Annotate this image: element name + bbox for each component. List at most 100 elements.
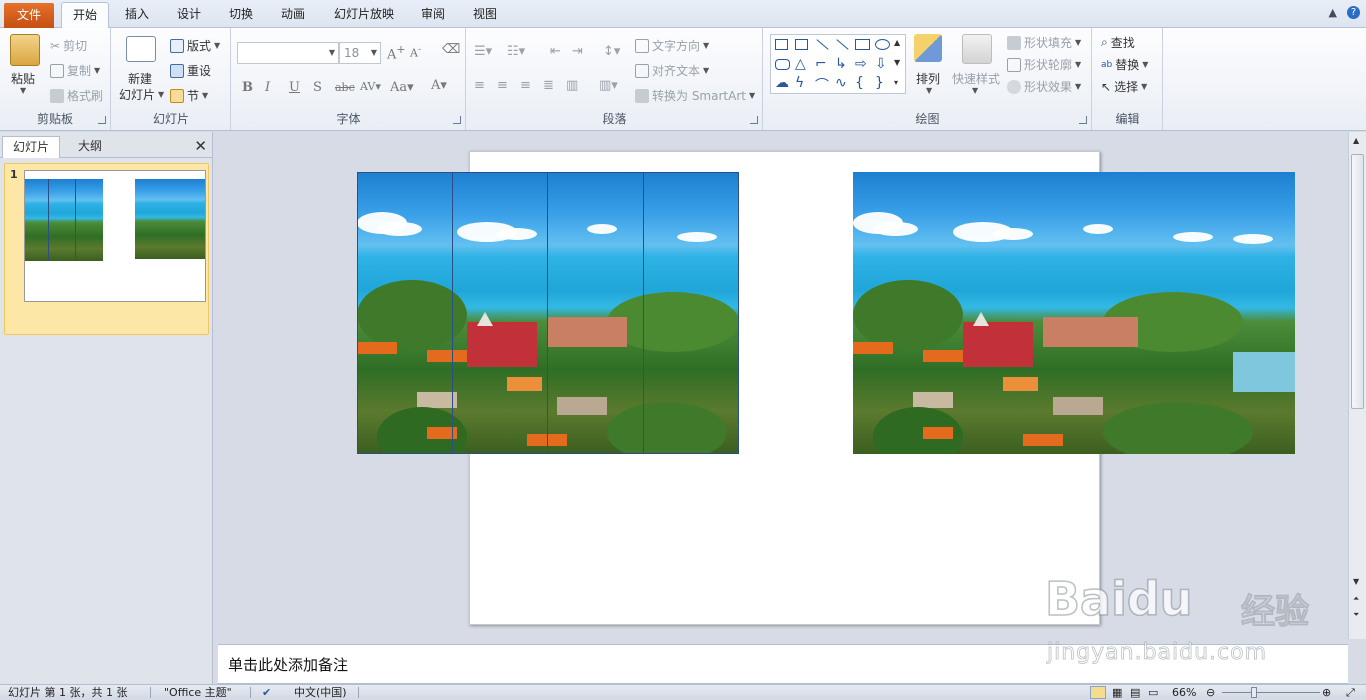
quick-styles-icon[interactable] bbox=[962, 34, 992, 64]
new-slide-dropdown[interactable]: 幻灯片 ▼ bbox=[119, 86, 164, 103]
shrink-font-icon[interactable]: A- bbox=[410, 44, 421, 60]
bold-icon[interactable]: B bbox=[242, 80, 253, 95]
curve-shape-icon[interactable]: ∿ bbox=[835, 75, 847, 91]
tab-home[interactable]: 开始 bbox=[61, 2, 109, 29]
split-photo[interactable] bbox=[357, 172, 739, 454]
zoom-level[interactable]: 66% bbox=[1172, 685, 1196, 700]
arrow-line-shape-icon[interactable] bbox=[836, 39, 849, 50]
right-arrow-shape-icon[interactable]: ⇨ bbox=[855, 56, 867, 72]
down-arrow-shape-icon[interactable]: ⇩ bbox=[875, 56, 887, 72]
elbow-arrow-shape-icon[interactable]: ↳ bbox=[835, 56, 847, 72]
increase-indent-icon[interactable]: ⇥ bbox=[572, 44, 583, 59]
zoom-slider[interactable] bbox=[1222, 692, 1320, 693]
align-center-icon[interactable]: ≡ bbox=[497, 78, 508, 93]
triangle-shape-icon[interactable]: △ bbox=[795, 56, 806, 72]
drawing-launcher-icon[interactable] bbox=[1079, 116, 1087, 124]
tab-view[interactable]: 视图 bbox=[462, 2, 508, 28]
grow-font-icon[interactable]: A+ bbox=[387, 43, 405, 62]
next-slide-icon[interactable]: ⏷ bbox=[1353, 610, 1359, 620]
distributed-icon[interactable]: ▥ bbox=[566, 78, 578, 93]
minimize-ribbon-icon[interactable]: ▲ bbox=[1329, 6, 1337, 19]
tab-slides[interactable]: 幻灯片 bbox=[2, 136, 60, 158]
elbow-connector-shape-icon[interactable]: ⌐ bbox=[815, 56, 827, 72]
rounded-rect-shape-icon[interactable] bbox=[775, 59, 790, 70]
replace-button[interactable]: ab 替换 ▼ bbox=[1101, 56, 1148, 73]
new-slide-icon[interactable] bbox=[126, 36, 156, 62]
close-panel-icon[interactable]: ✕ bbox=[194, 137, 207, 155]
cloud-shape-icon[interactable]: ☁ bbox=[775, 75, 789, 91]
right-brace-shape-icon[interactable]: } bbox=[875, 75, 884, 91]
justify-icon[interactable]: ≣ bbox=[543, 78, 554, 93]
left-brace-shape-icon[interactable]: { bbox=[855, 75, 864, 91]
oval-shape-icon[interactable] bbox=[875, 39, 890, 50]
previous-slide-icon[interactable]: ⏶ bbox=[1353, 594, 1359, 604]
find-button[interactable]: ⌕ 查找 bbox=[1101, 34, 1135, 51]
scroll-down-icon[interactable]: ▼ bbox=[1353, 577, 1359, 586]
notes-placeholder[interactable]: 单击此处添加备注 bbox=[228, 654, 348, 675]
font-size-input[interactable]: 18 ▼ bbox=[339, 42, 381, 64]
tab-animations[interactable]: 动画 bbox=[270, 2, 316, 28]
gallery-scroll-down-icon[interactable]: ▼ bbox=[894, 58, 900, 67]
zoom-in-icon[interactable]: ⊕ bbox=[1322, 685, 1331, 700]
line-spacing-icon[interactable]: ↕▾ bbox=[603, 44, 620, 59]
strikethrough-icon[interactable]: abc bbox=[335, 81, 355, 94]
char-spacing-icon[interactable]: AV▾ bbox=[360, 80, 381, 93]
original-photo[interactable] bbox=[853, 172, 1295, 454]
align-right-icon[interactable]: ≡ bbox=[520, 78, 531, 93]
font-name-input[interactable]: ▼ bbox=[237, 42, 339, 64]
shape-outline-button[interactable]: 形状轮廓 ▼ bbox=[1007, 56, 1081, 73]
line-shape-icon[interactable] bbox=[816, 39, 829, 50]
normal-view-icon[interactable] bbox=[1090, 686, 1106, 699]
copy-button[interactable]: 复制 ▼ bbox=[50, 62, 100, 79]
spellcheck-icon[interactable]: ✔ bbox=[262, 685, 271, 700]
tab-file[interactable]: 文件 bbox=[4, 3, 54, 28]
reset-button[interactable]: 重设 bbox=[170, 62, 211, 79]
scroll-thumb[interactable] bbox=[1351, 154, 1364, 409]
arrange-button[interactable]: 排列 bbox=[916, 70, 940, 87]
gallery-scroll-up-icon[interactable]: ▲ bbox=[894, 38, 900, 47]
language-status[interactable]: 中文(中国) bbox=[294, 685, 347, 700]
tab-slideshow[interactable]: 幻灯片放映 bbox=[324, 2, 404, 28]
clipboard-launcher-icon[interactable] bbox=[98, 116, 106, 124]
clear-format-icon[interactable]: ⌫ bbox=[442, 42, 460, 57]
scroll-up-icon[interactable]: ▲ bbox=[1353, 136, 1359, 145]
cut-button[interactable]: ✂ 剪切 bbox=[50, 37, 87, 54]
align-left-icon[interactable]: ≡ bbox=[474, 78, 485, 93]
text-direction-button[interactable]: 文字方向 ▼ bbox=[635, 37, 709, 54]
align-text-button[interactable]: 对齐文本 ▼ bbox=[635, 62, 709, 79]
arrange-icon[interactable] bbox=[914, 34, 942, 62]
decrease-indent-icon[interactable]: ⇤ bbox=[550, 44, 561, 59]
slide-sorter-icon[interactable]: ▦ bbox=[1112, 685, 1122, 700]
font-color-icon[interactable]: A▾ bbox=[431, 78, 447, 93]
tab-insert[interactable]: 插入 bbox=[114, 2, 160, 28]
paragraph-launcher-icon[interactable] bbox=[750, 116, 758, 124]
fit-to-window-icon[interactable]: ⤢ bbox=[1346, 685, 1355, 700]
quick-styles-button[interactable]: 快速样式 bbox=[952, 70, 1000, 87]
arc-shape-icon[interactable]: ⌒ bbox=[815, 75, 829, 95]
zoom-slider-thumb[interactable] bbox=[1251, 687, 1257, 698]
slide-thumbnail[interactable] bbox=[4, 163, 209, 335]
convert-smartart-button[interactable]: 转换为 SmartArt ▼ bbox=[635, 87, 755, 104]
format-painter-button[interactable]: 格式刷 bbox=[50, 87, 103, 104]
gallery-more-icon[interactable]: ▾ bbox=[894, 78, 898, 87]
vertical-textbox-shape-icon[interactable] bbox=[795, 39, 808, 50]
change-case-icon[interactable]: Aa▾ bbox=[390, 80, 414, 95]
underline-icon[interactable]: U bbox=[289, 80, 300, 95]
shape-effects-button[interactable]: 形状效果 ▼ bbox=[1007, 78, 1081, 95]
theme-status[interactable]: "Office 主题" bbox=[164, 685, 232, 700]
layout-button[interactable]: 版式 ▼ bbox=[170, 37, 220, 54]
font-launcher-icon[interactable] bbox=[453, 116, 461, 124]
columns-icon[interactable]: ▥▾ bbox=[599, 78, 618, 93]
help-icon[interactable]: ? bbox=[1347, 6, 1360, 19]
paste-icon[interactable] bbox=[10, 34, 40, 66]
italic-icon[interactable]: I bbox=[265, 80, 270, 95]
vertical-scrollbar[interactable]: ▲ ▼ ⏶ ⏷ bbox=[1348, 132, 1366, 639]
rectangle-shape-icon[interactable] bbox=[855, 39, 870, 50]
slideshow-view-icon[interactable]: ▭ bbox=[1148, 685, 1158, 700]
tab-outline[interactable]: 大纲 bbox=[61, 136, 119, 158]
zoom-out-icon[interactable]: ⊖ bbox=[1206, 685, 1215, 700]
tab-design[interactable]: 设计 bbox=[166, 2, 212, 28]
lightning-shape-icon[interactable]: ϟ bbox=[795, 75, 804, 91]
paste-button[interactable]: 粘贴 bbox=[11, 70, 35, 87]
select-button[interactable]: ↖ 选择 ▼ bbox=[1101, 78, 1147, 95]
